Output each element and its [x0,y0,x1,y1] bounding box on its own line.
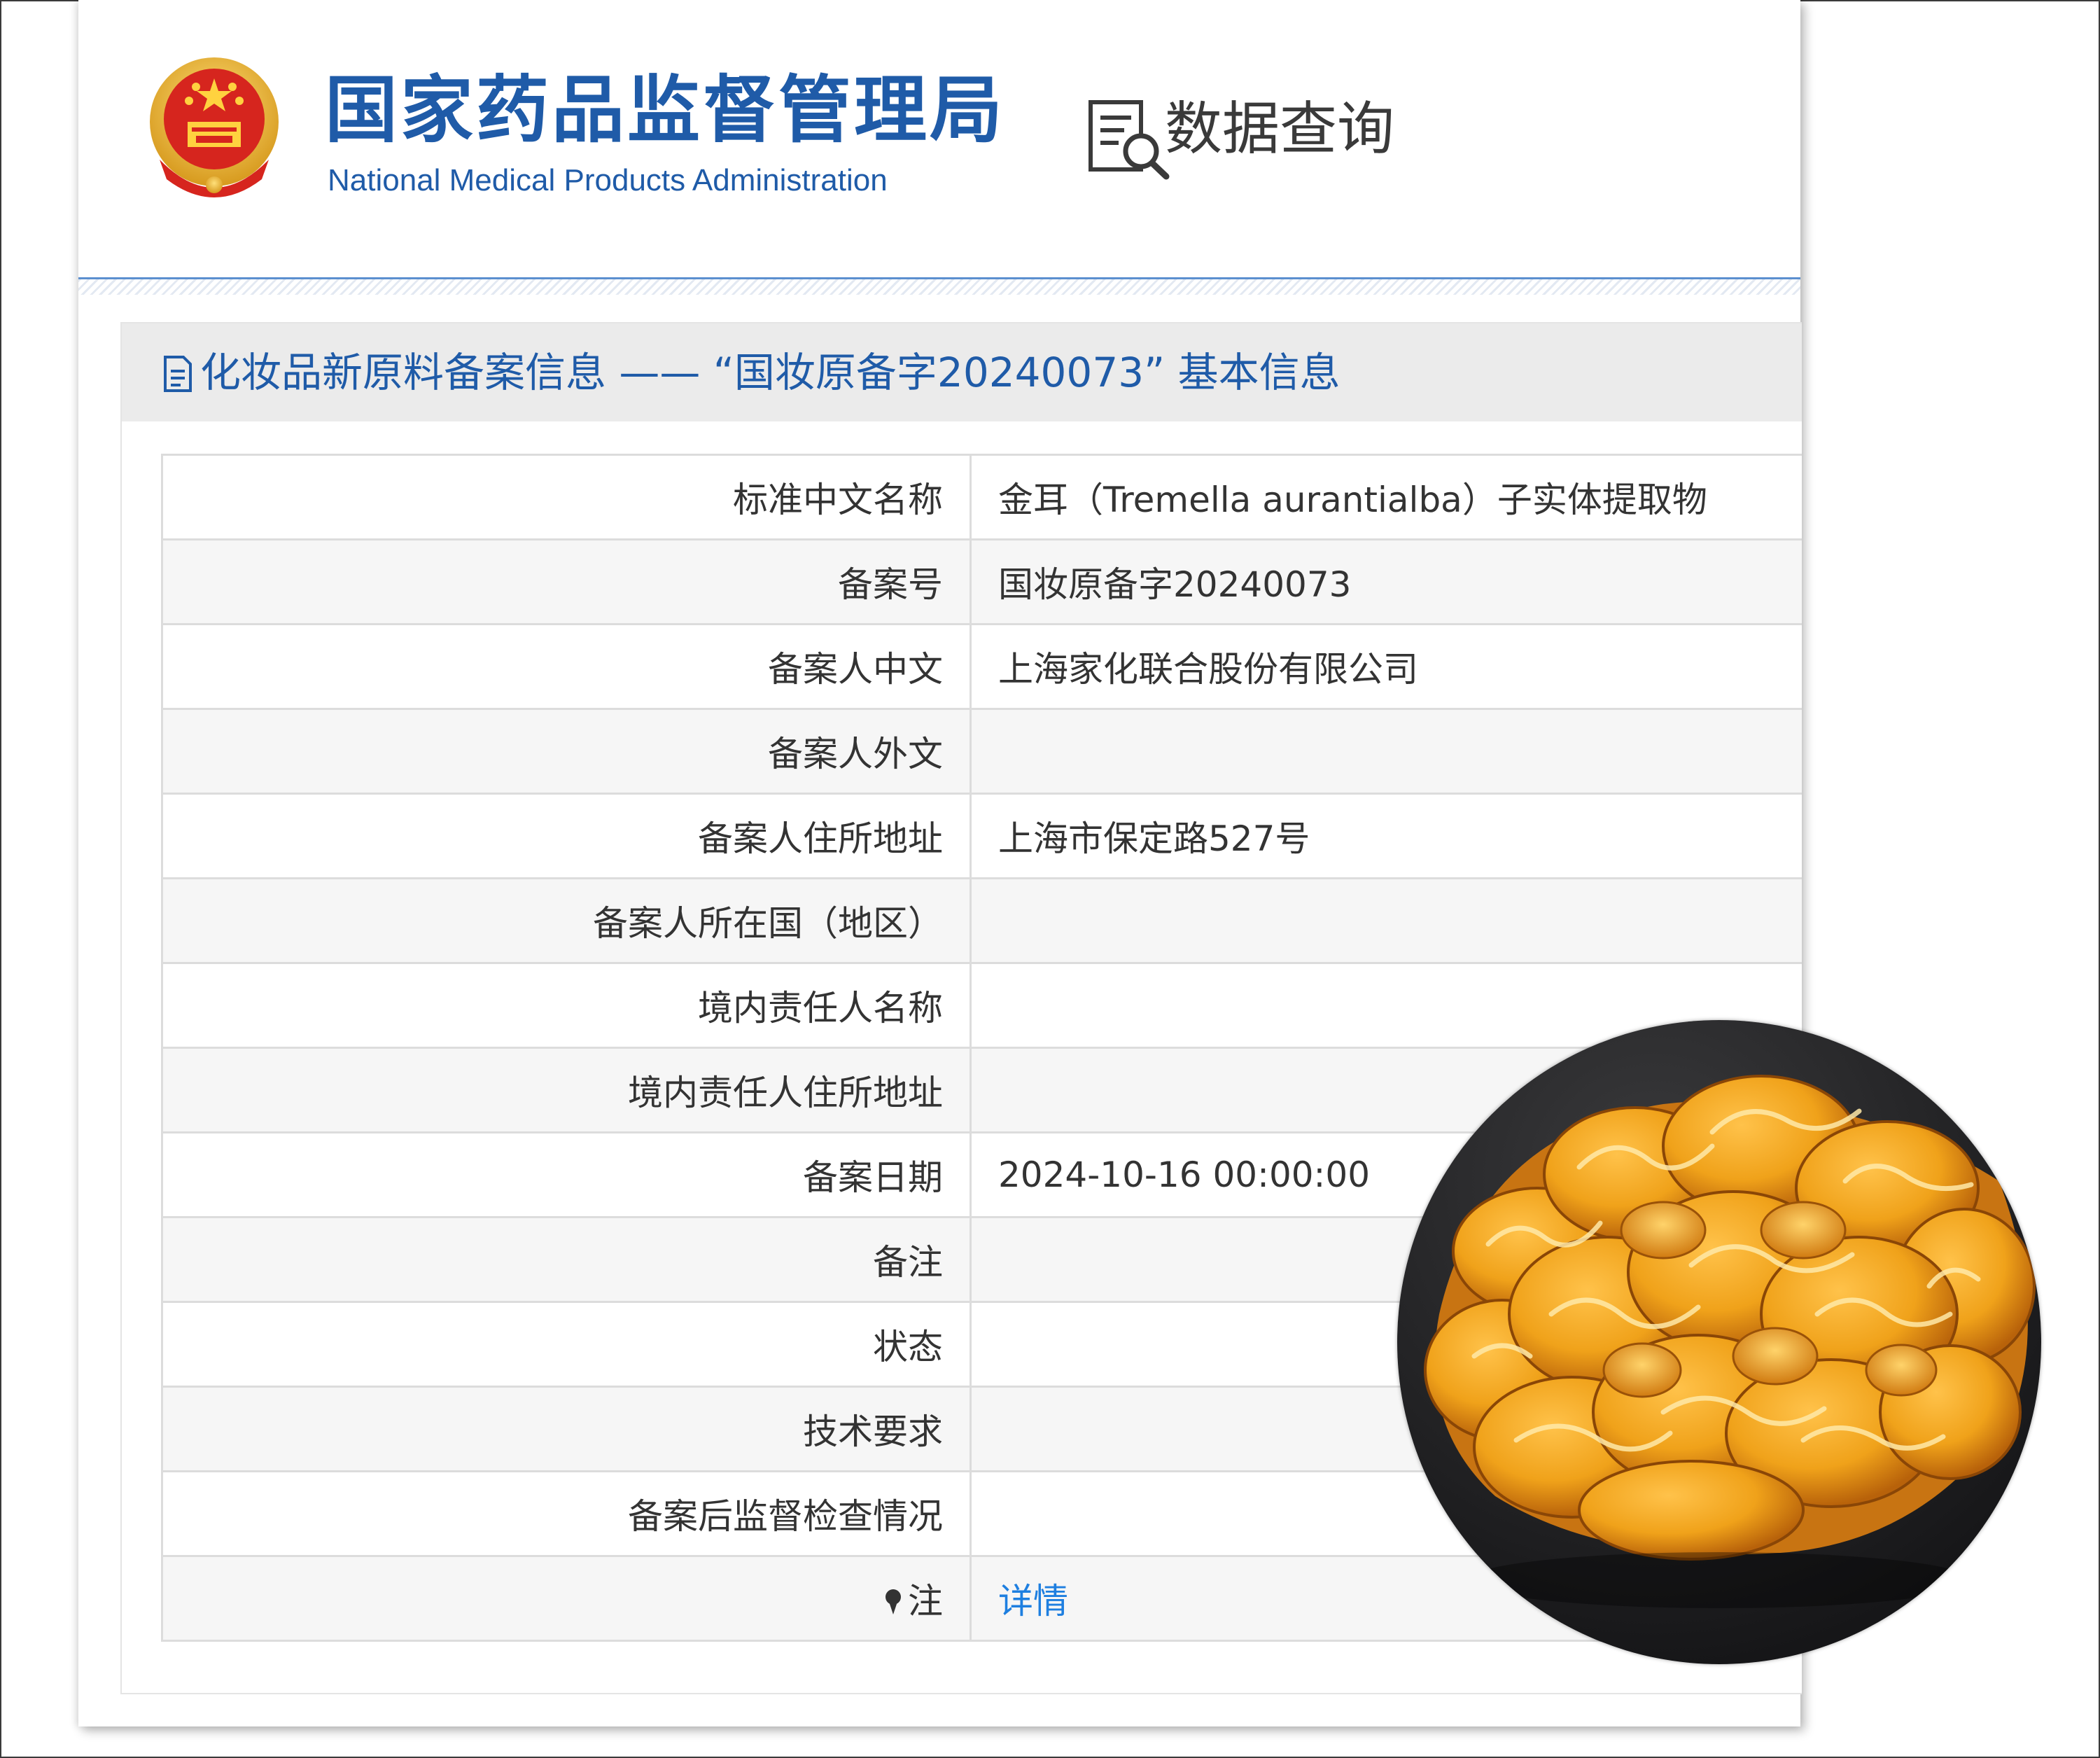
panel-title-bar: 化妆品新原料备案信息 —— “国妆原备字20240073” 基本信息 [122,323,1802,421]
row-label: 备案人中文 [161,623,971,710]
row-label: 备案号 [161,538,971,625]
table-row: 备案人所在国（地区） [161,877,1802,964]
panel-title: 化妆品新原料备案信息 —— “国妆原备字20240073” 基本信息 [200,349,1340,396]
row-value: 国妆原备字20240073 [969,538,1802,625]
table-row: 标准中文名称 金耳（Tremella aurantialba）子实体提取物 [161,454,1802,540]
details-link[interactable]: 详情 [998,1581,1068,1621]
national-emblem-icon [150,57,279,197]
row-label: 备案人外文 [161,708,971,795]
row-label: 状态 [161,1301,971,1388]
row-value: 上海市保定路527号 [969,793,1802,879]
row-label: 技术要求 [161,1386,971,1472]
row-value [969,708,1802,795]
note-label: 注 [908,1581,943,1621]
agency-name-cn: 国家药品监督管理局 [325,67,1006,153]
row-label: 备案人所在国（地区） [161,877,971,964]
row-value: 上海家化联合股份有限公司 [969,623,1802,710]
row-label: 备注 [161,1216,971,1303]
row-value: 金耳（Tremella aurantialba）子实体提取物 [969,454,1802,540]
row-label: 备案日期 [161,1131,971,1218]
table-row: 境内责任人名称 [161,962,1802,1049]
row-label: 备案人住所地址 [161,793,971,879]
table-row: 备案号 国妆原备字20240073 [161,538,1802,625]
row-label: 标准中文名称 [161,454,971,540]
header-divider [78,277,1800,295]
document-search-icon [1088,100,1170,180]
row-value [969,877,1802,964]
document-icon [164,356,192,392]
data-query-link[interactable]: 数据查询 [1165,91,1394,168]
table-row: 备案人住所地址 上海市保定路527号 [161,793,1802,879]
agency-name-en: National Medical Products Administration [328,163,888,197]
row-label: 备案后监督检查情况 [161,1470,971,1557]
row-label: 境内责任人住所地址 [161,1047,971,1133]
row-label: 境内责任人名称 [161,962,971,1049]
table-row: 备案人外文 [161,708,1802,795]
pushpin-icon [886,1589,901,1614]
table-row: 备案人中文 上海家化联合股份有限公司 [161,623,1802,710]
row-label-note: 注 [161,1555,971,1642]
golden-fungus-photo [1397,1020,2041,1664]
